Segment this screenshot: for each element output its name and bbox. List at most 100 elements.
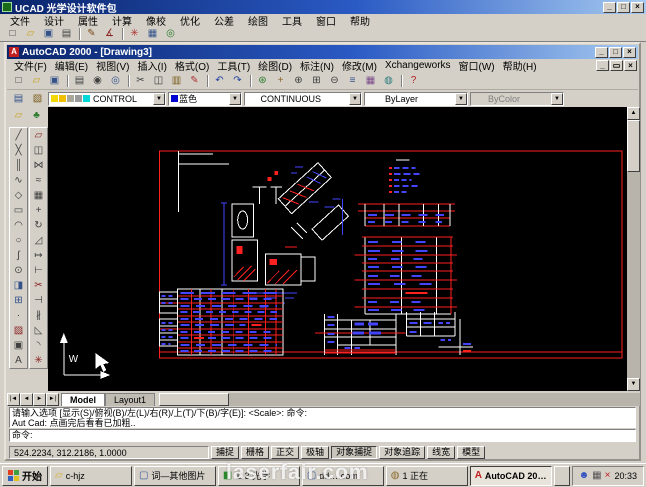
ucad-menu-item[interactable]: 文件 xyxy=(4,13,36,28)
save-icon[interactable]: ▣ xyxy=(46,72,63,89)
task-pictures[interactable]: ▢ 词—其他图片 xyxy=(133,465,216,486)
color-combo[interactable]: 蓝色 ▼ xyxy=(168,91,242,106)
doc-close-button[interactable]: × xyxy=(624,60,637,71)
ucad-maximize-button[interactable]: □ xyxy=(617,1,630,13)
open-folder-icon[interactable]: ▱ xyxy=(22,27,39,41)
horizontal-scrollbar[interactable] xyxy=(159,393,640,406)
task-ucad[interactable]: ◧ 113 光学 xyxy=(217,465,300,486)
help-icon[interactable]: ? xyxy=(405,72,422,89)
zoom-realtime-icon[interactable]: ⊕ xyxy=(290,72,307,89)
task-acad[interactable]: A AutoCAD 200.. xyxy=(469,465,552,486)
point-icon[interactable]: · xyxy=(10,308,27,323)
new-icon[interactable]: □ xyxy=(10,72,27,89)
doc-minimize-button[interactable]: _ xyxy=(596,60,609,71)
acad-minimize-button[interactable]: _ xyxy=(595,46,608,58)
status-toggle[interactable]: 线宽 xyxy=(427,445,456,459)
circle-icon[interactable]: ○ xyxy=(10,233,27,248)
acad-titlebar[interactable]: A AutoCAD 2000 - [Drawing3] _ □ × xyxy=(7,45,638,59)
acad-menu-item[interactable]: 插入(I) xyxy=(133,58,170,73)
make-block-icon[interactable]: ⊞ xyxy=(10,293,27,308)
linetype-combo[interactable]: CONTINUOUS ▼ xyxy=(244,91,362,106)
extend-icon[interactable]: ⊣ xyxy=(30,293,47,308)
hscroll-thumb[interactable] xyxy=(159,393,230,406)
collapsed-task-button[interactable] xyxy=(553,465,570,486)
polyline-icon[interactable]: ∿ xyxy=(10,173,27,188)
acad-menu-item[interactable]: 窗口(W) xyxy=(455,58,499,73)
layer-combo-dropdown-icon[interactable]: ▼ xyxy=(153,92,165,105)
ucad-menu-item[interactable]: 设计 xyxy=(38,13,70,28)
layer-combo[interactable]: CONTROL ▼ xyxy=(48,91,166,106)
layout-tab[interactable]: Model xyxy=(61,393,105,406)
scale-icon[interactable]: ◿ xyxy=(30,233,47,248)
acad-menu-item[interactable]: 标注(N) xyxy=(296,58,338,73)
hyperlink-icon[interactable]: ⊛ xyxy=(254,72,271,89)
erase-icon[interactable]: ▱ xyxy=(30,128,47,143)
vertical-scrollbar[interactable]: ▲ ▼ xyxy=(627,107,640,391)
tray-display-icon[interactable]: ▦ xyxy=(592,470,601,481)
rectangle-icon[interactable]: ▭ xyxy=(10,203,27,218)
status-toggle[interactable]: 模型 xyxy=(457,445,486,459)
acad-menu-item[interactable]: 文件(F) xyxy=(10,58,51,73)
stretch-icon[interactable]: ↦ xyxy=(30,248,47,263)
match-properties-icon[interactable]: ✎ xyxy=(186,72,203,89)
region-icon[interactable]: ▣ xyxy=(10,338,27,353)
status-toggle[interactable]: 栅格 xyxy=(241,445,270,459)
construction-line-icon[interactable]: ╳ xyxy=(10,143,27,158)
ucad-menu-item[interactable]: 工具 xyxy=(276,13,308,28)
hatch-icon[interactable]: ▨ xyxy=(10,323,27,338)
ucad-menu-item[interactable]: 像校 xyxy=(140,13,172,28)
acad-close-button[interactable]: × xyxy=(623,46,636,58)
lineweight-combo[interactable]: ByLayer ▼ xyxy=(364,91,468,106)
undo-icon[interactable]: ↶ xyxy=(211,72,228,89)
zoom-window-icon[interactable]: ⊞ xyxy=(308,72,325,89)
ucad-minimize-button[interactable]: _ xyxy=(603,1,616,13)
tab-nav-button[interactable]: |◄ xyxy=(7,393,20,406)
multiline-icon[interactable]: ║ xyxy=(10,158,27,173)
acad-menu-item[interactable]: 编辑(E) xyxy=(51,58,92,73)
cut-icon[interactable]: ✂ xyxy=(132,72,149,89)
task-web[interactable]: ▢ dd….com xyxy=(301,465,384,486)
redo-icon[interactable]: ↷ xyxy=(229,72,246,89)
acad-menu-item[interactable]: 格式(O) xyxy=(171,58,213,73)
table-icon[interactable]: ▦ xyxy=(144,27,161,41)
status-toggle[interactable]: 对象捕捉 xyxy=(331,445,378,459)
sep[interactable] xyxy=(64,73,70,89)
sep[interactable] xyxy=(76,27,82,41)
print-icon[interactable]: ▤ xyxy=(71,72,88,89)
mtext-icon[interactable]: A xyxy=(10,353,27,368)
lineweight-combo-dropdown-icon[interactable]: ▼ xyxy=(454,92,467,105)
acad-maximize-button[interactable]: □ xyxy=(609,46,622,58)
new-icon[interactable]: □ xyxy=(4,27,21,41)
layers-dialog-button[interactable]: ▤ xyxy=(10,91,27,106)
chamfer-icon[interactable]: ◺ xyxy=(30,323,47,338)
start-button[interactable]: 开始 xyxy=(2,465,48,486)
clock[interactable]: 20:33 xyxy=(614,471,637,481)
acad-menu-item[interactable]: 绘图(D) xyxy=(254,58,296,73)
tab-nav-button[interactable]: ►| xyxy=(46,393,59,406)
arc-icon[interactable]: ◠ xyxy=(10,218,27,233)
status-toggle[interactable]: 正交 xyxy=(271,445,300,459)
doc-restore-button[interactable]: ▭ xyxy=(610,60,623,71)
cross-tools-icon[interactable]: ✳ xyxy=(126,27,143,41)
array-icon[interactable]: ▦ xyxy=(30,188,47,203)
acad-menu-item[interactable]: 视图(V) xyxy=(92,58,133,73)
attach-icon[interactable]: ♣ xyxy=(28,109,45,123)
rotate-icon[interactable]: ↻ xyxy=(30,218,47,233)
copy-object-icon[interactable]: ◫ xyxy=(30,143,47,158)
tab-nav-button[interactable]: ◄ xyxy=(20,393,33,406)
design-center-icon[interactable]: ▦ xyxy=(362,72,379,89)
ellipse-icon[interactable]: ⊙ xyxy=(10,263,27,278)
task-busy[interactable]: ◍ 1 正在 xyxy=(385,465,468,486)
ucad-menu-item[interactable]: 优化 xyxy=(174,13,206,28)
sep[interactable] xyxy=(204,73,210,89)
copy-icon[interactable]: ◫ xyxy=(150,72,167,89)
command-history[interactable]: 请输入选项 [显示(S)/俯视(B)/左(L)/右(R)/上(T)/下(B)/字… xyxy=(9,407,636,428)
coordinate-readout[interactable]: 524.2234, 312.2186, 1.0000 xyxy=(9,445,209,459)
acad-menu-item[interactable]: 修改(M) xyxy=(338,58,381,73)
vscroll-thumb[interactable] xyxy=(627,120,640,172)
pen-icon[interactable]: ✎ xyxy=(83,27,100,41)
angle-icon[interactable]: ∡ xyxy=(101,27,118,41)
line-icon[interactable]: ╱ xyxy=(10,128,27,143)
explode-icon[interactable]: ✳ xyxy=(30,353,47,368)
command-input[interactable]: 命令: xyxy=(9,429,636,442)
